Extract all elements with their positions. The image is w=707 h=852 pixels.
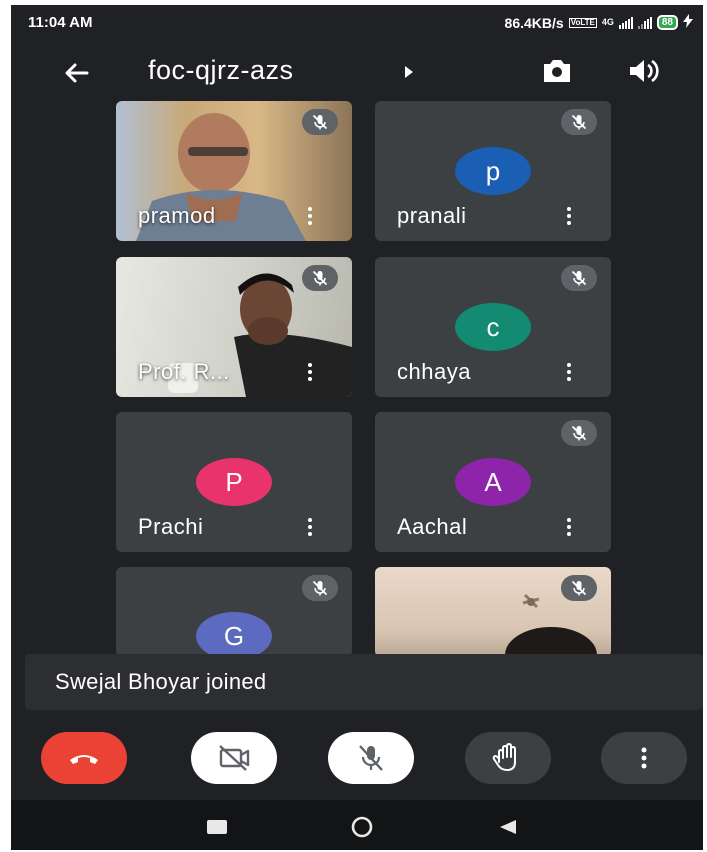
camera-off-icon [219,745,250,771]
caret-right-icon[interactable] [403,65,415,79]
raise-hand-button[interactable] [465,732,551,784]
participant-name: Prof. R... [138,359,230,384]
muted-badge [561,265,597,291]
more-vert-icon [641,747,647,769]
join-notification: Swejal Bhoyar joined [25,654,703,710]
mic-off-icon [312,114,328,130]
phone-screen: 11:04 AM 86.4KB/s VoLTE 4G 88 foc-qjrz-a… [11,5,703,850]
participant-tile[interactable]: pramod [116,101,352,241]
mic-off-icon [359,745,383,771]
participant-name: chhaya [397,359,471,384]
more-vert-icon[interactable] [308,207,312,227]
meeting-code[interactable]: foc-qjrz-azs [148,55,294,86]
mic-off-icon [312,270,328,286]
more-vert-icon[interactable] [567,207,571,227]
muted-badge [302,265,338,291]
more-vert-icon[interactable] [567,363,571,383]
participant-name: pranali [397,203,467,228]
muted-badge [302,109,338,135]
volte-icon: VoLTE [568,17,597,28]
arrow-left-icon [65,63,89,83]
participant-tile[interactable]: A Aachal [375,412,611,552]
mic-off-icon [571,580,587,596]
switch-camera-button[interactable] [538,56,576,91]
more-vert-icon[interactable] [308,363,312,383]
participant-tile[interactable] [375,567,611,657]
status-icons: 86.4KB/s VoLTE 4G 88 [505,14,693,31]
signal-icon [618,16,633,29]
avatar: p [455,147,531,195]
mic-off-icon [571,425,587,441]
participant-tile[interactable]: P Prachi [116,412,352,552]
microphone-toggle-button[interactable] [328,732,414,784]
participant-name: pramod [138,203,216,228]
network-type-label: 4G [601,17,614,27]
muted-badge [561,575,597,601]
muted-badge [561,109,597,135]
switch-camera-icon [544,60,570,82]
speaker-icon [630,59,659,83]
participant-tile[interactable]: p pranali [375,101,611,241]
participant-name: Aachal [397,514,468,539]
avatar: A [455,458,531,506]
camera-toggle-button[interactable] [191,732,277,784]
meeting-top-bar: foc-qjrz-azs [11,45,703,97]
mic-off-icon [312,580,328,596]
avatar: G [196,612,272,657]
recents-button[interactable] [207,820,227,834]
participant-tile[interactable]: Prof. R... [116,257,352,397]
join-notification-text: Swejal Bhoyar joined [55,669,267,694]
more-vert-icon[interactable] [567,518,571,538]
muted-badge [561,420,597,446]
speaker-button[interactable] [626,56,662,91]
muted-badge [302,575,338,601]
phone-hangup-icon [70,755,98,764]
hand-icon [492,743,516,771]
network-speed: 86.4KB/s [504,14,564,31]
participant-tile[interactable]: G [116,567,352,657]
more-vert-icon[interactable] [308,518,312,538]
back-button[interactable] [59,55,95,91]
mic-off-icon [571,114,587,130]
status-bar: 11:04 AM 86.4KB/s VoLTE 4G 88 [11,5,703,41]
more-options-button[interactable] [601,732,687,784]
avatar: P [196,458,272,506]
participant-name: Prachi [138,514,204,539]
mic-off-icon [571,270,587,286]
charging-icon [683,14,693,31]
nav-back-button[interactable] [499,819,517,835]
home-button[interactable] [350,815,374,839]
end-call-button[interactable] [41,732,127,784]
status-time: 11:04 AM [28,14,93,31]
signal-icon-2 [637,16,652,29]
avatar: c [455,303,531,351]
system-navigation-bar [11,800,703,850]
participant-tile[interactable]: c chhaya [375,257,611,397]
battery-icon: 88 [656,15,678,30]
